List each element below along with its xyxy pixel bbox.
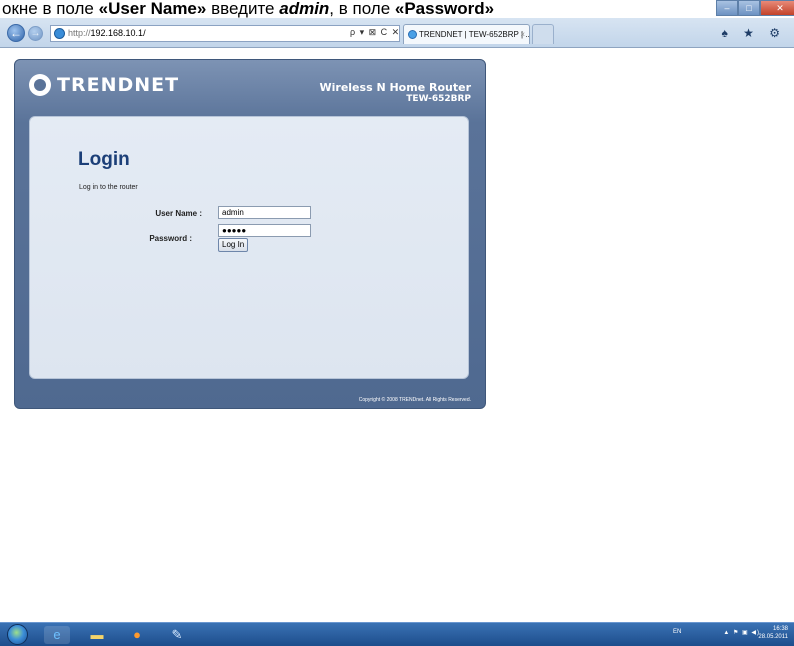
browser-toolbar: – □ ✕ ← → http://192.168.10.1/ ρ ▾ ⊠ C ✕… [0, 0, 794, 48]
folder-icon[interactable]: ▬ [84, 626, 110, 644]
browser-tab[interactable]: TRENDNET | TEW-652BRP | ... × [403, 24, 530, 44]
system-tray-icons[interactable]: ▲ ⚑ ▣ ◀) [723, 629, 760, 636]
page-subtitle: Log in to the router [79, 184, 138, 191]
caption-bold-user-name: «User Name» [98, 0, 207, 18]
password-label: Password : [149, 234, 192, 243]
media-player-icon[interactable]: ● [124, 626, 150, 644]
internet-explorer-icon[interactable]: e [44, 626, 70, 644]
clock-date: 28.05.2011 [758, 634, 788, 640]
password-input[interactable]: ●●●●● [218, 224, 311, 237]
address-protocol: http:// [68, 28, 91, 38]
router-page: TRENDNET Wireless N Home Router TEW-652B… [14, 59, 486, 409]
tab-title: TRENDNET | TEW-652BRP | ... [419, 30, 530, 39]
paint-icon[interactable]: ✎ [164, 626, 190, 644]
start-button[interactable] [7, 624, 28, 645]
caption-part: введите [206, 0, 280, 18]
address-host: 192.168.10.1/ [90, 28, 146, 38]
caption-part: , в поле [329, 0, 395, 18]
brand-bar: TRENDNET Wireless N Home Router TEW-652B… [15, 60, 485, 112]
clock-time: 16:38 [772, 626, 788, 632]
toolbar-icons[interactable]: ♠ ★ ⚙ [721, 26, 786, 40]
address-tools[interactable]: ρ ▾ ⊠ C ✕ [350, 25, 400, 40]
product-model: TEW-652BRP [406, 94, 471, 104]
back-button[interactable]: ← [7, 24, 25, 42]
brand-name: TRENDNET [57, 74, 180, 96]
address-bar[interactable]: http://192.168.10.1/ [50, 25, 400, 42]
product-name: Wireless N Home Router [319, 81, 472, 94]
trendnet-logo-icon [29, 74, 51, 96]
new-tab-button[interactable] [532, 24, 554, 44]
product-info: Wireless N Home Router TEW-652BRP [319, 81, 472, 105]
login-button[interactable]: Log In [218, 238, 249, 252]
username-label: User Name : [155, 209, 202, 218]
minimize-button[interactable]: – [716, 0, 738, 16]
caption-part: окне в поле [2, 0, 99, 18]
clock[interactable]: 16:38 28.05.2011 [758, 625, 788, 641]
window-controls: – □ ✕ [716, 0, 794, 16]
caption-italic-admin: admin [279, 0, 330, 18]
username-input[interactable]: admin [218, 206, 311, 219]
forward-button[interactable]: → [28, 26, 43, 41]
login-panel: Login Log in to the router User Name : a… [29, 116, 469, 379]
favicon-icon [408, 30, 417, 39]
caption-text: окне в поле «User Name» введите admin, в… [0, 0, 794, 20]
trendnet-logo: TRENDNET [29, 74, 179, 96]
tab-close-icon[interactable]: × [520, 25, 525, 44]
copyright-text: Copyright © 2008 TRENDnet. All Rights Re… [358, 397, 471, 403]
language-indicator[interactable]: EN [673, 629, 681, 635]
close-window-button[interactable]: ✕ [760, 0, 794, 16]
taskbar: e ▬ ● ✎ EN ▲ ⚑ ▣ ◀) 16:38 28.05.2011 [0, 622, 794, 646]
ie-page-icon [54, 28, 65, 39]
caption-bold-password: «Password» [394, 0, 495, 18]
maximize-button[interactable]: □ [738, 0, 760, 16]
page-title: Login [78, 149, 130, 170]
